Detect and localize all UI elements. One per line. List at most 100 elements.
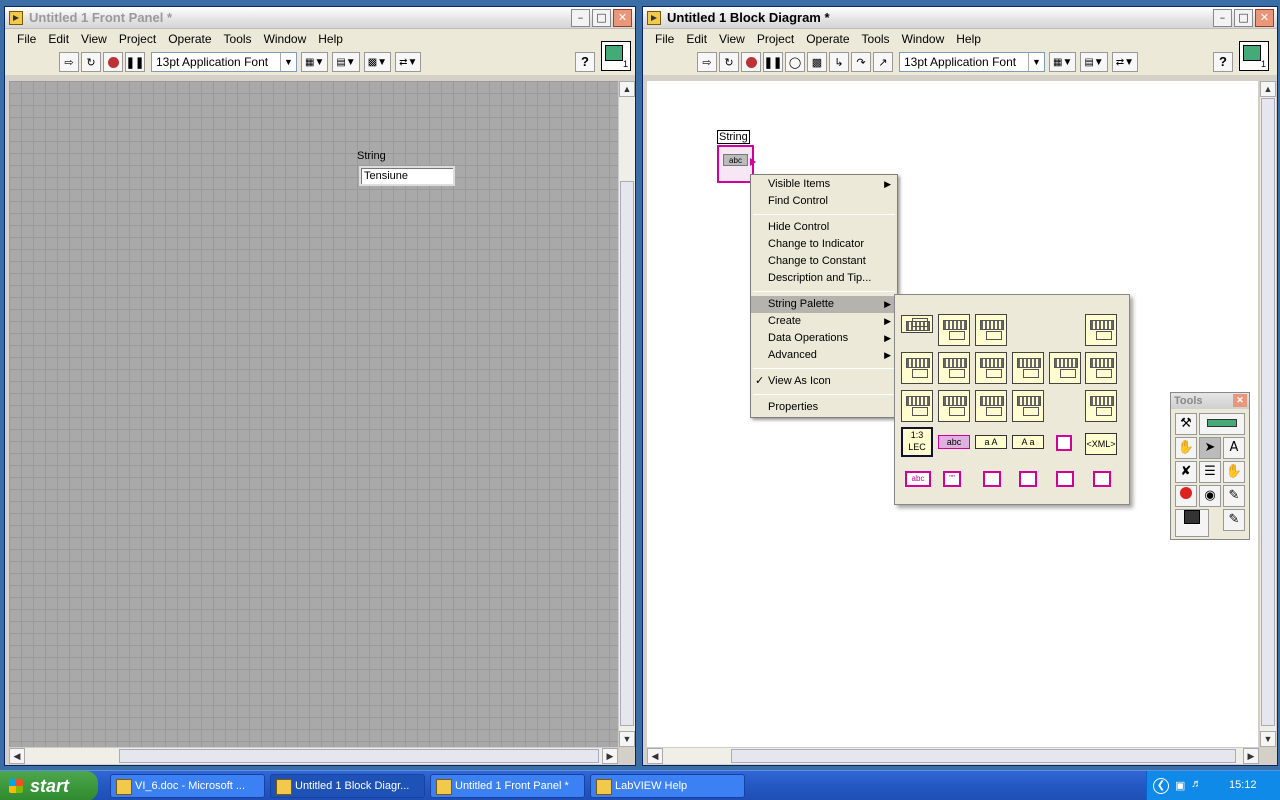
array-to-spreadsheet-icon[interactable] bbox=[1012, 390, 1044, 422]
concatenate-strings-icon[interactable] bbox=[938, 314, 970, 346]
scroll-down-icon[interactable]: ▼ bbox=[619, 731, 635, 747]
front-panel-hscroll[interactable]: ◀ ▶ bbox=[9, 747, 618, 764]
scroll-right-icon[interactable]: ▶ bbox=[1243, 748, 1259, 764]
menu-operate[interactable]: Operate bbox=[800, 32, 855, 46]
block-diagram-hscroll[interactable]: ◀ ▶ bbox=[647, 747, 1259, 764]
volume-icon[interactable]: ♬ bbox=[1191, 778, 1202, 790]
tools-palette-titlebar[interactable]: Tools ✕ bbox=[1171, 393, 1249, 409]
eol-conversion-icon[interactable]: 1:3 LEC bbox=[901, 427, 933, 457]
menu-help[interactable]: Help bbox=[312, 32, 349, 46]
minimize-button[interactable]: – bbox=[571, 8, 590, 27]
abort-icon[interactable] bbox=[741, 52, 761, 72]
scroll-window-icon[interactable]: ✋ bbox=[1223, 461, 1245, 483]
automatic-tool-selector-icon[interactable] bbox=[1199, 413, 1245, 435]
scroll-thumb[interactable] bbox=[1261, 98, 1275, 726]
string-array-conversion-icon[interactable] bbox=[1085, 390, 1117, 422]
reorder-icon[interactable]: ⇄▼ bbox=[1111, 52, 1138, 72]
close-button[interactable]: ✕ bbox=[1255, 8, 1274, 27]
string-constant-icon[interactable]: abc bbox=[905, 471, 931, 487]
front-panel-titlebar[interactable]: Untitled 1 Front Panel * – □ ✕ bbox=[5, 7, 635, 29]
end-of-line-icon[interactable] bbox=[1056, 471, 1074, 487]
menu-data-operations[interactable]: Data Operations ▶ bbox=[751, 330, 897, 347]
scroll-down-icon[interactable]: ▼ bbox=[1260, 731, 1276, 747]
menu-find-control[interactable]: Find Control bbox=[751, 193, 897, 210]
menu-edit[interactable]: Edit bbox=[42, 32, 75, 46]
probe-icon[interactable]: ◉ bbox=[1199, 485, 1221, 507]
menu-change-to-indicator[interactable]: Change to Indicator bbox=[751, 236, 897, 253]
edit-text-icon[interactable]: A bbox=[1223, 437, 1245, 459]
replace-substring-icon[interactable] bbox=[901, 352, 933, 384]
front-panel-canvas[interactable]: String Tensiune bbox=[9, 81, 620, 747]
front-panel-vscroll[interactable]: ▲ ▼ bbox=[618, 81, 635, 747]
menu-tools[interactable]: Tools bbox=[856, 32, 896, 46]
string-control-input[interactable]: Tensiune bbox=[359, 166, 455, 186]
menu-window[interactable]: Window bbox=[896, 32, 951, 46]
menu-help[interactable]: Help bbox=[950, 32, 987, 46]
menu-project[interactable]: Project bbox=[751, 32, 800, 46]
xml-icon[interactable]: <XML> bbox=[1085, 433, 1117, 455]
menu-create[interactable]: Create ▶ bbox=[751, 313, 897, 330]
string-subset-icon[interactable] bbox=[975, 314, 1007, 346]
menu-advanced[interactable]: Advanced ▶ bbox=[751, 347, 897, 364]
operate-value-icon[interactable]: ✋ bbox=[1175, 437, 1197, 459]
empty-string-constant-icon[interactable]: "" bbox=[943, 471, 961, 487]
empty-string-icon[interactable] bbox=[1056, 435, 1072, 451]
help-icon[interactable]: ? bbox=[575, 52, 595, 72]
format-into-string-icon[interactable] bbox=[938, 390, 970, 422]
menu-visible-items[interactable]: Visible Items ▶ bbox=[751, 176, 897, 193]
menu-change-to-constant[interactable]: Change to Constant bbox=[751, 253, 897, 270]
run-arrow-icon[interactable]: ⇨ bbox=[697, 52, 717, 72]
vi-connector-icon[interactable]: 1 bbox=[601, 41, 631, 71]
menu-edit[interactable]: Edit bbox=[680, 32, 713, 46]
tab-constant-icon[interactable] bbox=[1093, 471, 1111, 487]
menu-properties[interactable]: Properties bbox=[751, 399, 897, 416]
line-feed-icon[interactable] bbox=[1019, 471, 1037, 487]
block-diagram-vscroll[interactable]: ▲ ▼ bbox=[1259, 81, 1276, 747]
string-subpalette-icon[interactable] bbox=[1085, 314, 1117, 346]
menu-operate[interactable]: Operate bbox=[162, 32, 217, 46]
to-lower-case-icon[interactable]: A a bbox=[1012, 435, 1044, 449]
menu-tools[interactable]: Tools bbox=[218, 32, 258, 46]
scroll-left-icon[interactable]: ◀ bbox=[647, 748, 663, 764]
task-word-document[interactable]: VI_6.doc - Microsoft ... bbox=[110, 774, 265, 798]
resize-objects-icon[interactable]: ▩▼ bbox=[363, 52, 392, 72]
align-objects-icon[interactable]: ▦▼ bbox=[1049, 52, 1077, 72]
highlight-execution-icon[interactable]: ◯ bbox=[785, 52, 805, 72]
step-out-icon[interactable]: ↗ bbox=[873, 52, 893, 72]
scroll-right-icon[interactable]: ▶ bbox=[602, 748, 618, 764]
spreadsheet-to-array-icon[interactable] bbox=[975, 390, 1007, 422]
tray-arrow-icon[interactable]: ❮ bbox=[1153, 778, 1169, 794]
task-labview-help[interactable]: LabVIEW Help bbox=[590, 774, 745, 798]
maximize-button[interactable]: □ bbox=[592, 8, 611, 27]
match-pattern-icon[interactable] bbox=[975, 352, 1007, 384]
number-conversion-icon[interactable] bbox=[1085, 352, 1117, 384]
font-select[interactable]: 13pt Application Font ▼ bbox=[899, 52, 1045, 72]
scan-from-string-icon[interactable] bbox=[901, 390, 933, 422]
menu-file[interactable]: File bbox=[11, 32, 42, 46]
automatic-tool-icon[interactable]: ⚒ bbox=[1175, 413, 1197, 435]
menu-string-palette[interactable]: String Palette ▶ bbox=[751, 296, 897, 313]
vi-connector-icon[interactable]: 1 bbox=[1239, 41, 1269, 71]
tray-clock[interactable]: 15:12 bbox=[1229, 779, 1257, 791]
paint-brush-icon[interactable]: ✎ bbox=[1223, 509, 1245, 531]
scroll-thumb[interactable] bbox=[731, 749, 1236, 763]
menu-view-as-icon[interactable]: ✓ View As Icon bbox=[751, 373, 897, 390]
step-into-icon[interactable]: ↳ bbox=[829, 52, 849, 72]
close-icon[interactable]: ✕ bbox=[1233, 394, 1247, 407]
set-color-icon[interactable] bbox=[1175, 509, 1209, 537]
retain-wire-values-icon[interactable]: ▩ bbox=[807, 52, 827, 72]
menu-description-and-tip[interactable]: Description and Tip... bbox=[751, 270, 897, 287]
scroll-left-icon[interactable]: ◀ bbox=[9, 748, 25, 764]
scroll-up-icon[interactable]: ▲ bbox=[619, 81, 635, 97]
run-continuously-icon[interactable]: ↻ bbox=[81, 52, 101, 72]
font-select[interactable]: 13pt Application Font ▼ bbox=[151, 52, 297, 72]
carriage-return-icon[interactable] bbox=[983, 471, 1001, 487]
task-front-panel[interactable]: Untitled 1 Front Panel * bbox=[430, 774, 585, 798]
block-diagram-titlebar[interactable]: Untitled 1 Block Diagram * – □ ✕ bbox=[643, 7, 1277, 29]
help-icon[interactable]: ? bbox=[1213, 52, 1233, 72]
to-upper-case-icon[interactable]: a A bbox=[975, 435, 1007, 449]
run-continuously-icon[interactable]: ↻ bbox=[719, 52, 739, 72]
menu-window[interactable]: Window bbox=[258, 32, 313, 46]
start-button[interactable]: start bbox=[0, 771, 98, 800]
position-tool-icon[interactable]: ➤ bbox=[1199, 437, 1221, 459]
